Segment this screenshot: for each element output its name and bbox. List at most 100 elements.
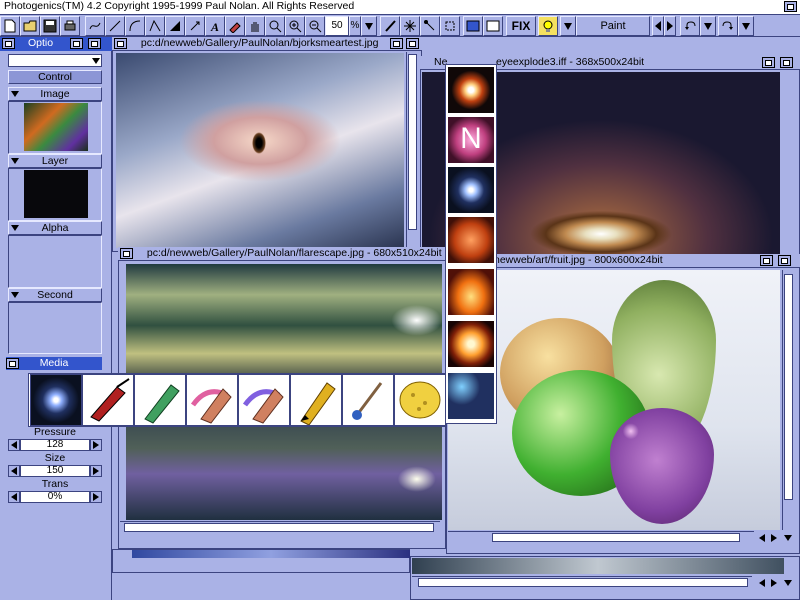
fruit-scroll-right-arrow[interactable] bbox=[768, 532, 780, 544]
mode-next-arrow[interactable] bbox=[664, 16, 676, 36]
alpha-collapse-icon[interactable] bbox=[11, 225, 19, 231]
fruit-vscroll-knob[interactable] bbox=[784, 274, 793, 500]
eraser-tool-icon[interactable] bbox=[225, 16, 245, 36]
options-selector[interactable] bbox=[8, 54, 102, 67]
second-header[interactable]: Second bbox=[8, 288, 102, 302]
crop-tool-icon[interactable] bbox=[440, 16, 460, 36]
bjorks-vscroll-knob[interactable] bbox=[408, 54, 417, 230]
size-decrease-arrow[interactable] bbox=[8, 465, 20, 477]
back-window-hscroll-knob[interactable] bbox=[418, 578, 748, 587]
image-header[interactable]: Image bbox=[8, 87, 102, 101]
trans-increase-arrow[interactable] bbox=[90, 491, 102, 503]
fullscreen-mode-icon[interactable] bbox=[483, 16, 503, 36]
zoom-in-icon[interactable] bbox=[285, 16, 305, 36]
hand-pan-icon[interactable] bbox=[245, 16, 265, 36]
bjorks-zoom-gadget[interactable] bbox=[390, 38, 403, 49]
options-depth-gadget[interactable] bbox=[88, 38, 101, 49]
paint-mode-button[interactable]: Paint bbox=[576, 16, 650, 36]
pressure-increase-arrow[interactable] bbox=[90, 439, 102, 451]
window-mode-icon[interactable] bbox=[463, 16, 483, 36]
polygon-tool-icon[interactable] bbox=[145, 16, 165, 36]
back-scroll-down-arrow[interactable] bbox=[782, 577, 794, 589]
effect-star-flare-icon[interactable] bbox=[447, 166, 495, 214]
save-disk-icon[interactable] bbox=[40, 16, 60, 36]
fruit-titlebar[interactable]: newweb/art/fruit.jpg - 800x600x24bit bbox=[446, 254, 800, 268]
options-close-gadget[interactable] bbox=[2, 38, 15, 49]
options-titlebar[interactable]: Optio bbox=[0, 37, 112, 51]
line-tool-icon[interactable] bbox=[105, 16, 125, 36]
zoom-value[interactable]: 50 bbox=[325, 16, 349, 36]
flarescape-hscroll[interactable] bbox=[120, 521, 440, 533]
trans-value[interactable]: 0% bbox=[20, 491, 90, 503]
fruit-vscroll[interactable] bbox=[782, 270, 794, 530]
pressure-decrease-arrow[interactable] bbox=[8, 439, 20, 451]
bjorks-titlebar[interactable]: pc:d/newweb/Gallery/PaulNolan/bjorksmear… bbox=[112, 37, 422, 51]
brush-star-icon[interactable] bbox=[30, 374, 82, 426]
back-scroll-left-arrow[interactable] bbox=[756, 577, 768, 589]
effect-neon-n-icon[interactable]: N bbox=[447, 116, 495, 164]
open-folder-icon[interactable] bbox=[20, 16, 40, 36]
bjorks-vscroll[interactable] bbox=[406, 52, 418, 248]
fruit-hscroll-knob[interactable] bbox=[492, 533, 740, 542]
bjorks-depth-gadget[interactable] bbox=[406, 38, 419, 49]
fruit-zoom-gadget[interactable] bbox=[760, 255, 773, 266]
back-window-canvas-right[interactable] bbox=[412, 558, 784, 574]
back-window-canvas-left[interactable] bbox=[132, 550, 410, 558]
effect-flames-icon[interactable] bbox=[447, 268, 495, 316]
effect-burst-icon[interactable] bbox=[447, 66, 495, 114]
brush-tool-icon[interactable] bbox=[380, 16, 400, 36]
pastel-blend-icon[interactable] bbox=[238, 374, 290, 426]
text-tool-icon[interactable]: A bbox=[205, 16, 225, 36]
flarescape-hscroll-knob[interactable] bbox=[124, 523, 434, 532]
second-collapse-icon[interactable] bbox=[11, 292, 19, 298]
eyeexplode-zoom-gadget[interactable] bbox=[762, 57, 775, 68]
layer-thumbnail[interactable] bbox=[24, 170, 88, 218]
sparkle-tool-icon[interactable] bbox=[400, 16, 420, 36]
redo-icon[interactable] bbox=[718, 16, 738, 36]
alpha-header[interactable]: Alpha bbox=[8, 221, 102, 235]
fruit-scroll-down-arrow[interactable] bbox=[782, 532, 794, 544]
freehand-tool-icon[interactable] bbox=[85, 16, 105, 36]
options-zoom-gadget[interactable] bbox=[70, 38, 83, 49]
zoom-icon[interactable] bbox=[265, 16, 285, 36]
zoom-dropdown-icon[interactable] bbox=[361, 16, 377, 36]
effect-fire-glow-icon[interactable] bbox=[447, 216, 495, 264]
effect-fireball-icon[interactable] bbox=[447, 320, 495, 368]
pencil-icon[interactable] bbox=[290, 374, 342, 426]
image-thumbnail[interactable] bbox=[24, 103, 88, 151]
fruit-scroll-left-arrow[interactable] bbox=[756, 532, 768, 544]
paintbrush-icon[interactable] bbox=[342, 374, 394, 426]
size-increase-arrow[interactable] bbox=[90, 465, 102, 477]
sponge-icon[interactable] bbox=[394, 374, 446, 426]
trans-decrease-arrow[interactable] bbox=[8, 491, 20, 503]
control-button[interactable]: Control bbox=[8, 70, 102, 84]
new-file-icon[interactable] bbox=[0, 16, 20, 36]
flarescape-close-gadget[interactable] bbox=[120, 248, 133, 259]
wand-tool-icon[interactable] bbox=[420, 16, 440, 36]
media-header[interactable]: Media bbox=[6, 357, 102, 370]
eyeexplode-depth-gadget[interactable] bbox=[780, 57, 793, 68]
image-collapse-icon[interactable] bbox=[11, 91, 19, 97]
flarescape-titlebar[interactable]: pc:d/newweb/Gallery/PaulNolan/flarescape… bbox=[118, 247, 446, 261]
back-scroll-right-arrow[interactable] bbox=[768, 577, 780, 589]
mode-prev-arrow[interactable] bbox=[652, 16, 664, 36]
fruit-depth-gadget[interactable] bbox=[778, 255, 791, 266]
mode-dropdown-icon[interactable] bbox=[560, 16, 576, 36]
lightbulb-icon[interactable] bbox=[538, 16, 558, 36]
redo-dropdown-icon[interactable] bbox=[738, 16, 754, 36]
fill-tool-icon[interactable] bbox=[165, 16, 185, 36]
airbrush-icon[interactable] bbox=[82, 374, 134, 426]
layer-collapse-icon[interactable] bbox=[11, 158, 19, 164]
curve-tool-icon[interactable] bbox=[125, 16, 145, 36]
undo-icon[interactable] bbox=[680, 16, 700, 36]
fruit-hscroll[interactable] bbox=[448, 531, 754, 543]
size-value[interactable]: 150 bbox=[20, 465, 90, 477]
bjorks-close-gadget[interactable] bbox=[114, 38, 127, 49]
back-window-hscroll[interactable] bbox=[412, 576, 752, 588]
chalk-icon[interactable] bbox=[134, 374, 186, 426]
rectangle-tool-icon[interactable] bbox=[185, 16, 205, 36]
print-icon[interactable] bbox=[60, 16, 80, 36]
undo-dropdown-icon[interactable] bbox=[700, 16, 716, 36]
options-selector-dropdown-icon[interactable] bbox=[90, 54, 102, 67]
media-close-gadget[interactable] bbox=[6, 358, 19, 369]
